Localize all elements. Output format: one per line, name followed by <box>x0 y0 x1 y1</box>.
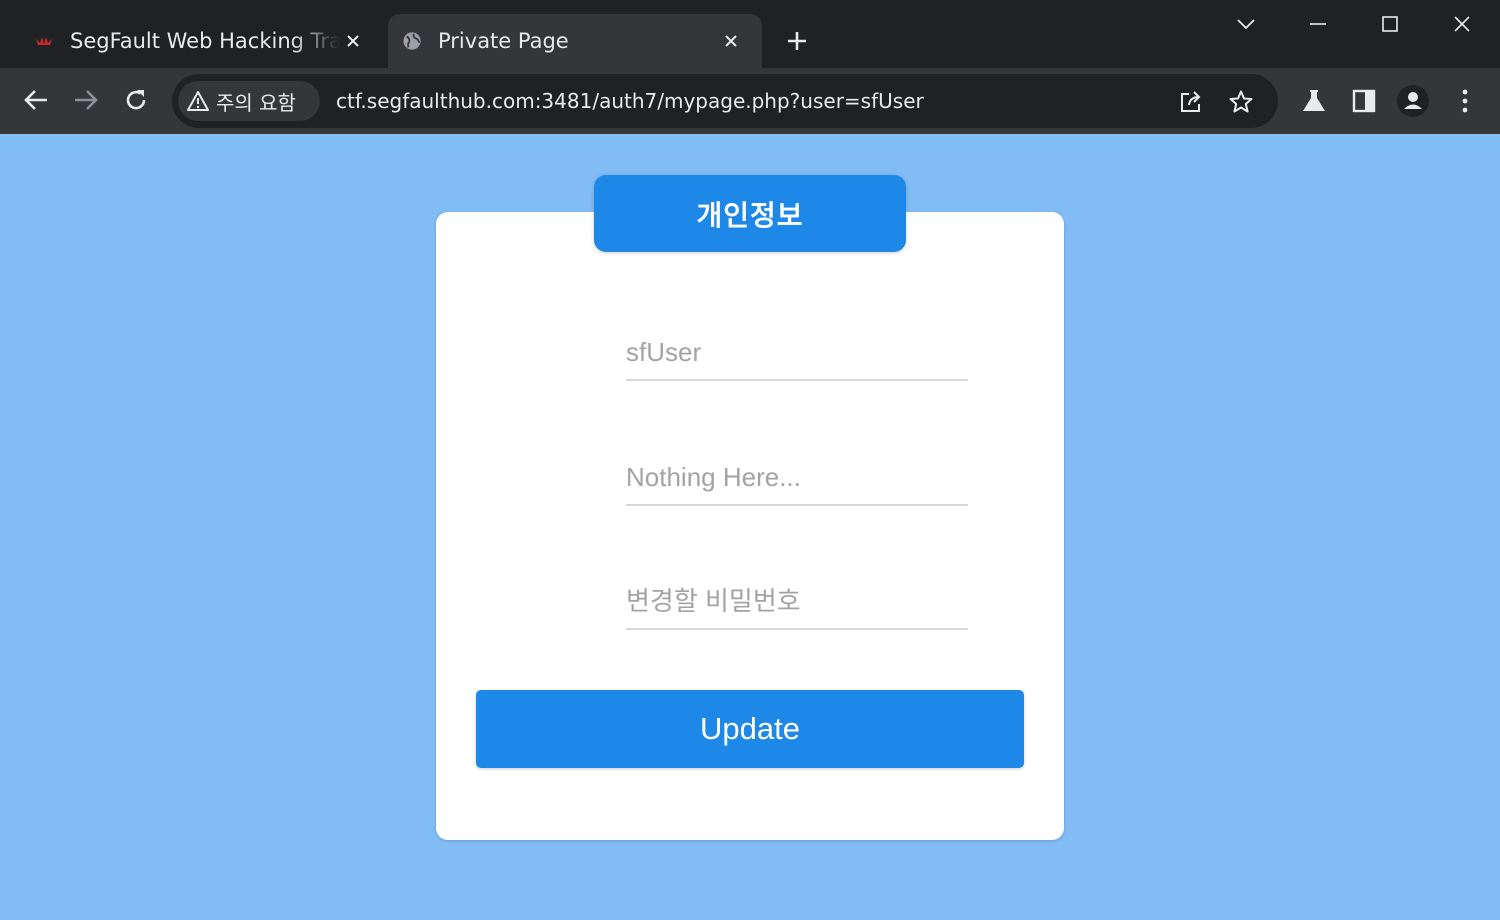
tab-title: Private Page <box>438 29 569 53</box>
browser-toolbar: 주의 요함 ctf.segfaulthub.com:3481/auth7/myp… <box>0 68 1500 134</box>
security-chip-label: 주의 요함 <box>216 90 296 115</box>
new-tab-plus-icon[interactable] <box>780 24 814 58</box>
address-url[interactable]: ctf.segfaulthub.com:3481/auth7/mypage.ph… <box>336 87 924 115</box>
labs-flask-icon[interactable] <box>1297 84 1331 118</box>
info-input[interactable] <box>626 450 968 506</box>
reload-icon[interactable] <box>118 82 154 118</box>
new-password-input[interactable] <box>626 574 968 630</box>
tab-search-chevron-down-icon[interactable] <box>1226 6 1266 42</box>
address-bar[interactable]: 주의 요함 ctf.segfaulthub.com:3481/auth7/myp… <box>172 74 1278 128</box>
maximize-icon[interactable] <box>1370 6 1410 42</box>
tab-segfault-training[interactable]: SegFault Web Hacking Trai <box>20 14 384 68</box>
forward-arrow-icon[interactable] <box>68 82 104 118</box>
window-close-icon[interactable] <box>1442 6 1482 42</box>
side-panel-icon[interactable] <box>1347 84 1381 118</box>
warning-triangle-icon <box>187 91 209 111</box>
minimize-icon[interactable] <box>1298 6 1338 42</box>
page-title: 개인정보 <box>594 175 906 252</box>
bookmark-star-icon[interactable] <box>1226 87 1256 117</box>
tab-private-page[interactable]: Private Page <box>388 14 762 68</box>
segfault-favicon-icon <box>34 31 54 51</box>
username-input[interactable] <box>626 325 968 381</box>
share-icon[interactable] <box>1176 87 1206 117</box>
tab-close-icon[interactable] <box>340 28 366 54</box>
profile-avatar-icon[interactable] <box>1396 84 1430 118</box>
tab-close-icon[interactable] <box>718 28 744 54</box>
security-warning-chip[interactable]: 주의 요함 <box>178 81 320 121</box>
back-arrow-icon[interactable] <box>18 82 54 118</box>
more-menu-icon[interactable] <box>1448 84 1482 118</box>
globe-icon <box>402 31 422 51</box>
update-button[interactable]: Update <box>476 690 1024 768</box>
browser-tabstrip: SegFault Web Hacking Trai Private Page <box>0 0 1500 68</box>
